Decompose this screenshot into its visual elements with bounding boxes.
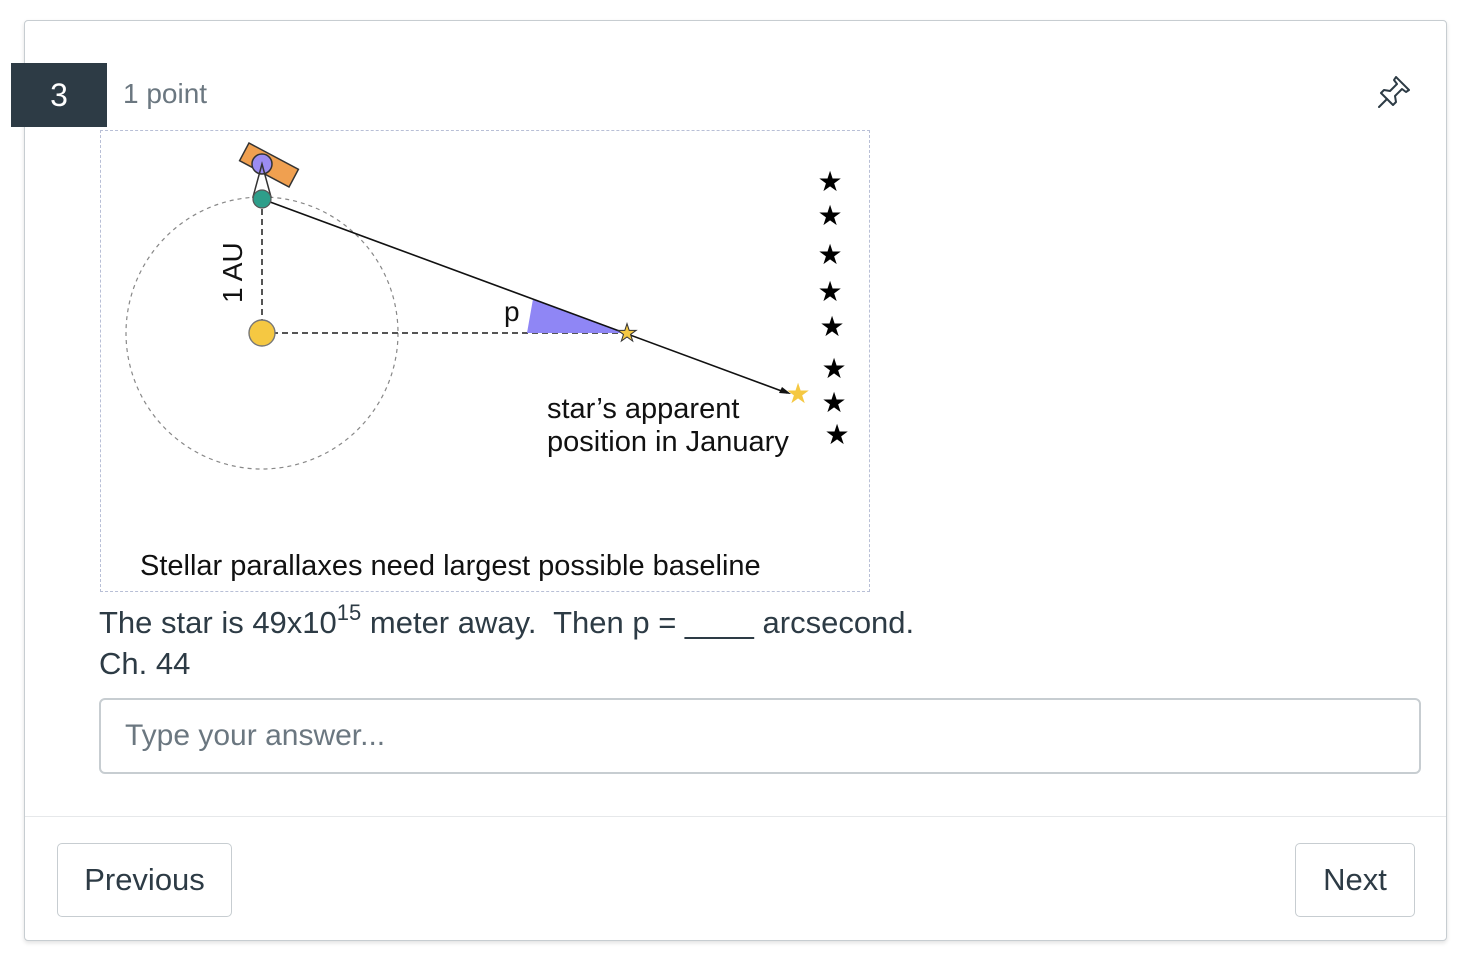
question-number: 3	[50, 76, 68, 113]
background-star: ★	[821, 386, 846, 419]
near-star-icon: ★	[616, 319, 638, 347]
parallax-label: p	[504, 296, 520, 327]
pin-icon[interactable]	[1374, 72, 1414, 112]
apparent-label-line1: star’s apparent	[547, 393, 739, 425]
prompt-part2: meter away. Then p = ____ arcsecond.	[361, 605, 915, 640]
sun-icon	[248, 319, 276, 347]
background-star: ★	[817, 199, 842, 232]
apparent-label-line2: position in January	[547, 426, 789, 458]
background-star: ★	[817, 238, 842, 271]
question-prompt: The star is 49x1015 meter away. Then p =…	[99, 599, 915, 643]
earth-icon	[252, 189, 272, 209]
background-star: ★	[817, 275, 842, 308]
question-points: 1 point	[123, 78, 208, 109]
prompt-exponent: 15	[336, 599, 362, 625]
answer-input[interactable]	[99, 698, 1421, 774]
background-star: ★	[819, 310, 844, 343]
au-label: 1 AU	[217, 242, 248, 303]
parallax-figure: ★ ★ ★ ★ ★ ★ ★ ★ ★ ★ 1 AU p star’s appare…	[100, 130, 870, 592]
line-of-sight	[261, 198, 788, 394]
background-star: ★	[817, 165, 842, 198]
footer-divider	[25, 816, 1446, 817]
chapter-reference: Ch. 44	[99, 646, 191, 681]
next-button[interactable]: Next	[1295, 843, 1415, 917]
previous-button[interactable]: Previous	[57, 843, 232, 917]
question-number-badge: 3	[11, 63, 107, 127]
background-star: ★	[824, 418, 849, 451]
background-stars: ★ ★ ★ ★ ★ ★ ★ ★	[817, 165, 849, 451]
background-star: ★	[821, 352, 846, 385]
prompt-part1: The star is 49x10	[99, 605, 337, 640]
figure-caption: Stellar parallaxes need largest possible…	[140, 550, 761, 582]
apparent-star-icon: ★	[785, 377, 810, 410]
